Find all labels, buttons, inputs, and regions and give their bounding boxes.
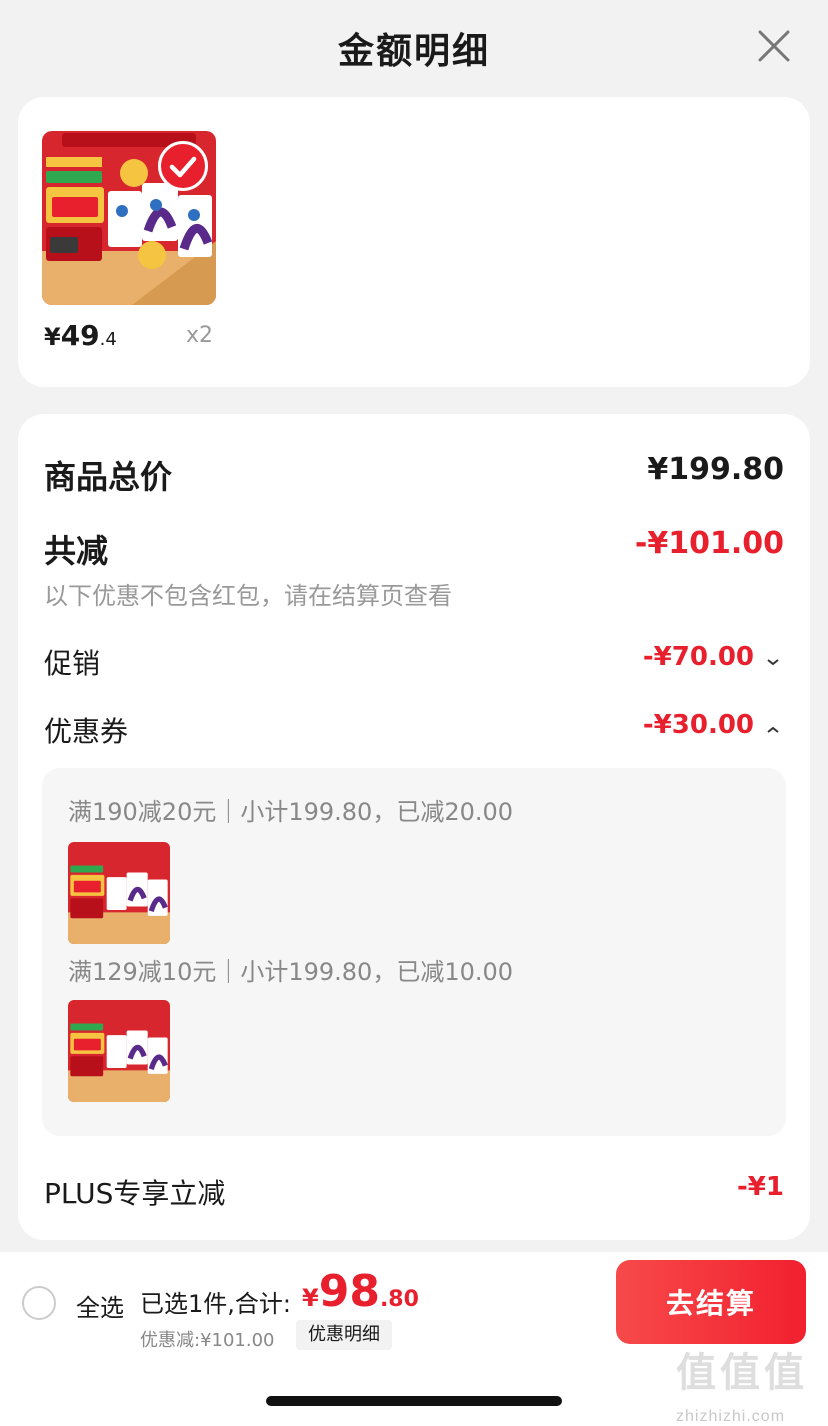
total-amount: ¥98.80	[302, 1266, 419, 1317]
header: 金额明细	[0, 0, 828, 92]
total-value: ¥199.80	[647, 452, 784, 487]
reduce-row: 共减 -¥101.00	[44, 526, 784, 570]
coupon-value: -¥30.00	[642, 710, 754, 740]
watermark-logo: 值值值 zhizhizhi.com	[676, 1336, 820, 1426]
coupon-product-image	[68, 1000, 170, 1102]
chevron-up-icon[interactable]	[766, 720, 780, 739]
chevron-down-icon[interactable]	[766, 652, 780, 671]
discount-detail-button[interactable]: 优惠明细	[296, 1320, 392, 1350]
reduce-label: 共减	[44, 532, 109, 570]
coupon-row[interactable]: 优惠券 -¥30.00	[44, 710, 784, 754]
promo-value: -¥70.00	[642, 642, 754, 672]
close-icon[interactable]	[752, 24, 796, 68]
promo-label: 促销	[44, 647, 101, 680]
summary-card: 商品总价 ¥199.80 共减 -¥101.00 以下优惠不包含红包，请在结算页…	[18, 414, 810, 1240]
watermark-glyphs: 值值值	[676, 1350, 808, 1396]
total-row: 商品总价 ¥199.80	[44, 452, 784, 496]
product-quantity: x2	[186, 323, 214, 348]
checkout-button[interactable]: 去结算	[616, 1260, 806, 1344]
total-label: 商品总价	[44, 458, 173, 496]
selected-count: 已选1件,合计:	[140, 1290, 291, 1318]
coupon-rule: 满129减10元｜小计199.80，已减10.00	[68, 958, 514, 986]
reduce-note: 以下优惠不包含红包，请在结算页查看	[44, 582, 452, 610]
home-indicator[interactable]	[266, 1396, 562, 1406]
discount-summary: 优惠减:¥101.00	[140, 1330, 275, 1351]
coupon-detail-box: 满190减20元｜小计199.80，已减20.00 满129减10元｜小计199…	[42, 768, 786, 1136]
product-price-row: ¥49.4 x2	[44, 319, 224, 359]
page-title: 金额明细	[337, 31, 490, 72]
watermark-text: zhizhizhi.com	[676, 1408, 786, 1425]
checkmark-icon	[158, 141, 208, 191]
reduce-value: -¥101.00	[634, 526, 784, 561]
select-all-radio[interactable]	[22, 1286, 56, 1320]
plus-row: PLUS专享立减 -¥1	[44, 1172, 784, 1216]
coupon-product-image	[68, 842, 170, 944]
product-card: ¥49.4 x2	[18, 97, 810, 387]
coupon-label: 优惠券	[44, 715, 129, 748]
coupon-rule: 满190减20元｜小计199.80，已减20.00	[68, 798, 514, 826]
plus-value: -¥1	[737, 1172, 784, 1202]
promo-row[interactable]: 促销 -¥70.00	[44, 642, 784, 686]
product-price: ¥49.4	[44, 319, 117, 352]
select-all-label[interactable]: 全选	[76, 1288, 124, 1323]
plus-label: PLUS专享立减	[44, 1177, 226, 1210]
